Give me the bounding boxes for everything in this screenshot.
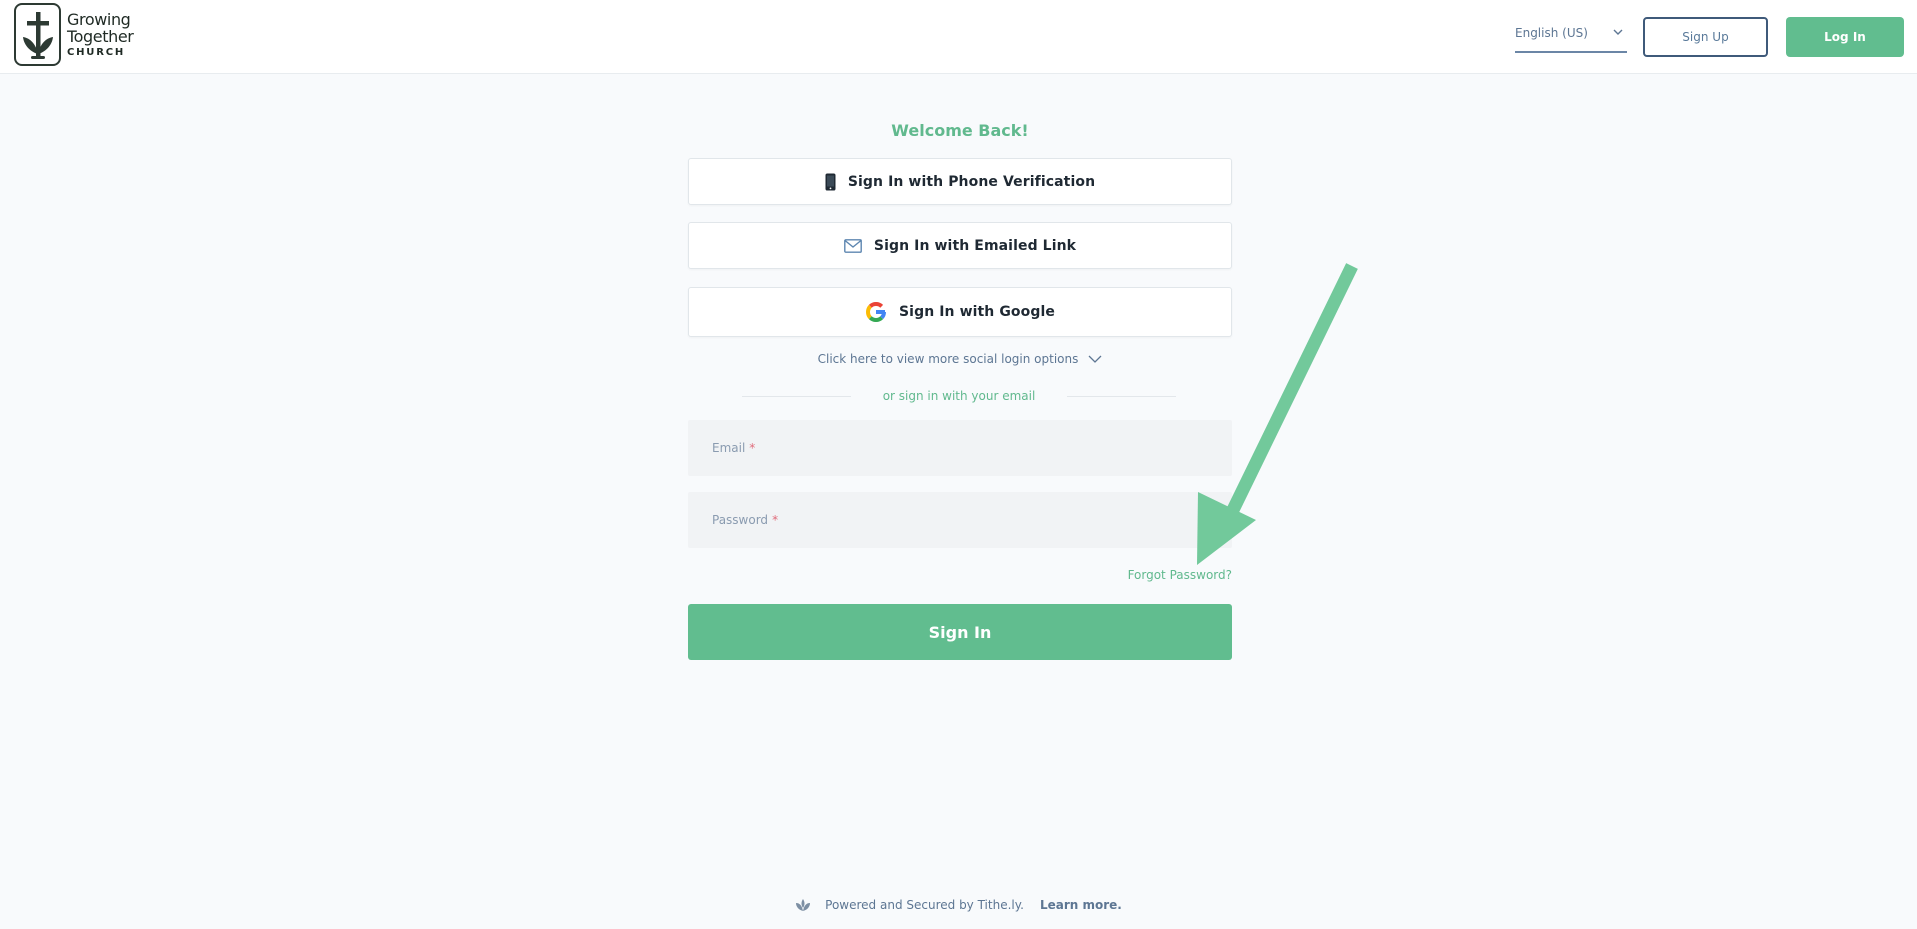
phone-signin-label: Sign In with Phone Verification: [847, 173, 1096, 190]
google-g-icon: [865, 301, 887, 323]
divider-line-right: [1067, 395, 1177, 397]
sign-in-button[interactable]: Sign In: [688, 604, 1232, 660]
logo-wordmark: Growing Together CHURCH: [67, 9, 134, 59]
email-divider: or sign in with your email: [742, 388, 1177, 404]
forgot-password-link[interactable]: Forgot Password?: [1100, 568, 1232, 582]
church-logo[interactable]: Growing Together CHURCH: [14, 3, 134, 66]
more-social-options-toggle[interactable]: Click here to view more social login opt…: [688, 352, 1232, 366]
google-signin-label: Sign In with Google: [898, 304, 1055, 320]
chevron-down-icon: [1088, 355, 1102, 363]
tithely-leaf-icon: [795, 898, 811, 912]
cross-sprout-icon: [14, 3, 61, 66]
phone-signin-button[interactable]: Sign In with Phone Verification: [688, 158, 1232, 205]
more-social-options-label: Click here to view more social login opt…: [817, 352, 1079, 366]
divider-text: or sign in with your email: [882, 389, 1036, 403]
divider-line-left: [742, 395, 851, 397]
chevron-down-icon: [1613, 29, 1623, 36]
top-header: Growing Together CHURCH English (US) Sig…: [0, 0, 1917, 74]
envelope-icon: [844, 238, 862, 253]
powered-by-text: Powered and Secured by Tithe.ly.: [825, 898, 1024, 912]
email-input[interactable]: [712, 441, 1232, 455]
language-select[interactable]: English (US): [1515, 20, 1627, 53]
logo-text-line3: CHURCH: [67, 46, 126, 58]
logo-text-line2: Together: [67, 26, 134, 46]
password-input[interactable]: [712, 513, 1232, 527]
email-field[interactable]: Email *: [688, 420, 1232, 476]
email-link-signin-label: Sign In with Emailed Link: [873, 237, 1077, 254]
sign-up-button[interactable]: Sign Up: [1643, 17, 1768, 57]
logo-text-line1: Growing: [67, 9, 131, 29]
page-footer: Powered and Secured by Tithe.ly. Learn m…: [0, 898, 1917, 912]
password-field[interactable]: Password *: [688, 492, 1232, 548]
learn-more-link[interactable]: Learn more.: [1040, 898, 1122, 912]
welcome-heading: Welcome Back!: [891, 121, 1029, 140]
google-signin-button[interactable]: Sign In with Google: [688, 287, 1232, 337]
log-in-button[interactable]: Log In: [1786, 17, 1904, 57]
email-link-signin-button[interactable]: Sign In with Emailed Link: [688, 222, 1232, 269]
phone-icon: [825, 173, 836, 191]
language-selected-value: English (US): [1515, 25, 1588, 40]
